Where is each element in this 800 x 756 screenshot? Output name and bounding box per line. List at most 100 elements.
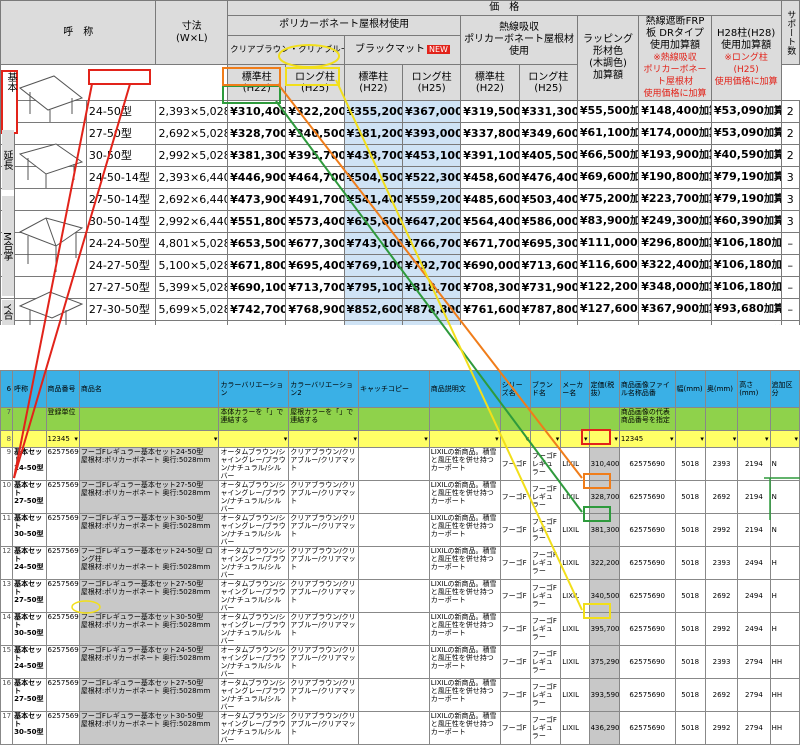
cell-label[interactable]: 基本セット 30-50型 xyxy=(12,612,47,646)
cell-desc[interactable]: LIXILの新商品。積雪と風圧性を併せ持つ カーポート xyxy=(428,480,501,514)
cell-maker[interactable]: LIXIL xyxy=(560,579,590,613)
cell-series[interactable]: フーゴF xyxy=(499,579,531,613)
cell-color[interactable]: オータムブラウン/シャイングレー/ブラウン/ナチュラル/シルバー xyxy=(218,546,290,580)
cell-catch[interactable] xyxy=(358,612,430,646)
cell-price[interactable]: 381,300 xyxy=(588,513,620,547)
table-row[interactable]: 16 基本セット 27-50型 62575690 フーゴFレギュラー基本セット2… xyxy=(0,678,800,712)
column-header[interactable]: 追加区分 xyxy=(769,370,800,408)
cell-series[interactable]: フーゴF xyxy=(499,612,531,646)
cell-height[interactable]: 2494 xyxy=(737,612,771,646)
cell-product-name[interactable]: フーゴFレギュラー基本セット27-50型 屋根材:ポリカーボネート 奥行:502… xyxy=(78,480,220,514)
cell-brand[interactable]: フーゴF レギュラー xyxy=(529,711,562,745)
cell-color[interactable]: オータムブラウン/シャイングレー/ブラウン/ナチュラル/シルバー xyxy=(218,612,290,646)
cell-width[interactable]: 5018 xyxy=(674,447,706,481)
cell-height[interactable]: 2794 xyxy=(737,645,771,679)
cell-series[interactable]: フーゴF xyxy=(499,678,531,712)
table-row[interactable]: 12 基本セット 24-50型 62575690 フーゴFレギュラー基本セット2… xyxy=(0,546,800,580)
cell-maker[interactable]: LIXIL xyxy=(560,678,590,712)
cell-product-name[interactable]: フーゴFレギュラー基本セット24-50型 ロング柱 屋根材:ポリカーボネート 奥… xyxy=(78,546,220,580)
cell-label[interactable]: 基本セット 24-50型 xyxy=(12,447,47,481)
cell-depth[interactable]: 2992 xyxy=(704,513,739,547)
cell-price[interactable]: 328,700 xyxy=(588,480,620,514)
cell-maker[interactable]: LIXIL xyxy=(560,480,590,514)
cell-image-num[interactable]: 62575690 xyxy=(618,513,676,547)
cell-color2[interactable]: クリアブラウン/クリアブルー/クリアマット xyxy=(288,513,359,547)
column-header[interactable]: ブランド名 xyxy=(529,370,562,408)
cell-image-num[interactable]: 62575690 xyxy=(618,579,676,613)
cell-number[interactable]: 62575690 xyxy=(45,546,80,580)
cell-brand[interactable]: フーゴF レギュラー xyxy=(529,546,562,580)
cell-desc[interactable]: LIXILの新商品。積雪と風圧性を併せ持つ カーポート xyxy=(428,612,501,646)
cell-kubun[interactable]: H xyxy=(769,546,800,580)
cell-color2[interactable]: クリアブラウン/クリアブルー/クリアマット xyxy=(288,678,359,712)
cell-desc[interactable]: LIXILの新商品。積雪と風圧性を併せ持つ カーポート xyxy=(428,711,501,745)
cell-brand[interactable]: フーゴF レギュラー xyxy=(529,678,562,712)
cell-product-name[interactable]: フーゴFレギュラー基本セット27-50型 屋根材:ポリカーボネート 奥行:502… xyxy=(78,579,220,613)
cell-brand[interactable]: フーゴF レギュラー xyxy=(529,447,562,481)
filter-dropdown[interactable] xyxy=(288,430,359,448)
cell-kubun[interactable]: N xyxy=(769,513,800,547)
cell-label[interactable]: 基本セット 24-50型 xyxy=(12,645,47,679)
filter-dropdown[interactable] xyxy=(588,430,620,448)
cell-desc[interactable]: LIXILの新商品。積雪と風圧性を併せ持つ カーポート xyxy=(428,579,501,613)
cell-depth[interactable]: 2692 xyxy=(704,579,739,613)
cell-catch[interactable] xyxy=(358,546,430,580)
table-row[interactable]: 17 基本セット 30-50型 62575690 フーゴFレギュラー基本セット3… xyxy=(0,711,800,745)
column-header[interactable]: キャッチコピー xyxy=(358,370,430,408)
cell-product-name[interactable]: フーゴFレギュラー基本セット30-50型 屋根材:ポリカーボネート 奥行:502… xyxy=(78,612,220,646)
cell-depth[interactable]: 2992 xyxy=(704,612,739,646)
filter-dropdown[interactable] xyxy=(529,430,562,448)
cell-image-num[interactable]: 62575690 xyxy=(618,546,676,580)
cell-maker[interactable]: LIXIL xyxy=(560,612,590,646)
cell-kubun[interactable]: HH xyxy=(769,678,800,712)
column-header[interactable]: 商品画像ファイル名称品番 xyxy=(618,370,676,408)
cell-product-name[interactable]: フーゴFレギュラー基本セット24-50型 屋根材:ポリカーボネート 奥行:502… xyxy=(78,447,220,481)
cell-label[interactable]: 基本セット 30-50型 xyxy=(12,711,47,745)
cell-height[interactable]: 2194 xyxy=(737,513,771,547)
cell-number[interactable]: 62575690 xyxy=(45,480,80,514)
cell-catch[interactable] xyxy=(358,711,430,745)
cell-series[interactable]: フーゴF xyxy=(499,546,531,580)
cell-brand[interactable]: フーゴF レギュラー xyxy=(529,645,562,679)
cell-catch[interactable] xyxy=(358,480,430,514)
table-row[interactable]: 15 基本セット 24-50型 62575690 フーゴFレギュラー基本セット2… xyxy=(0,645,800,679)
cell-kubun[interactable]: H xyxy=(769,579,800,613)
cell-image-num[interactable]: 62575690 xyxy=(618,711,676,745)
cell-image-num[interactable]: 62575690 xyxy=(618,678,676,712)
cell-depth[interactable]: 2393 xyxy=(704,546,739,580)
cell-catch[interactable] xyxy=(358,579,430,613)
column-header[interactable]: カラーバリエーション2 xyxy=(288,370,359,408)
filter-dropdown[interactable] xyxy=(769,430,800,448)
cell-depth[interactable]: 2393 xyxy=(704,645,739,679)
cell-width[interactable]: 5018 xyxy=(674,645,706,679)
cell-color2[interactable]: クリアブラウン/クリアブルー/クリアマット xyxy=(288,645,359,679)
column-header[interactable]: メーカー名 xyxy=(560,370,590,408)
cell-product-name[interactable]: フーゴFレギュラー基本セット27-50型 屋根材:ポリカーボネート 奥行:502… xyxy=(78,678,220,712)
cell-label[interactable]: 基本セット 27-50型 xyxy=(12,579,47,613)
cell-brand[interactable]: フーゴF レギュラー xyxy=(529,480,562,514)
cell-desc[interactable]: LIXILの新商品。積雪と風圧性を併せ持つ カーポート xyxy=(428,645,501,679)
cell-width[interactable]: 5018 xyxy=(674,480,706,514)
cell-series[interactable]: フーゴF xyxy=(499,513,531,547)
cell-width[interactable]: 5018 xyxy=(674,513,706,547)
cell-catch[interactable] xyxy=(358,447,430,481)
cell-width[interactable]: 5018 xyxy=(674,711,706,745)
column-header[interactable]: 商品番号 xyxy=(45,370,80,408)
cell-desc[interactable]: LIXILの新商品。積雪と風圧性を併せ持つ カーポート xyxy=(428,546,501,580)
cell-height[interactable]: 2194 xyxy=(737,480,771,514)
cell-number[interactable]: 62575690 xyxy=(45,711,80,745)
cell-number[interactable]: 62575690 xyxy=(45,612,80,646)
cell-kubun[interactable]: N xyxy=(769,447,800,481)
cell-color[interactable]: オータムブラウン/シャイングレー/ブラウン/ナチュラル/シルバー xyxy=(218,678,290,712)
filter-dropdown[interactable] xyxy=(704,430,739,448)
cell-color2[interactable]: クリアブラウン/クリアブルー/クリアマット xyxy=(288,480,359,514)
cell-label[interactable]: 基本セット 30-50型 xyxy=(12,513,47,547)
cell-number[interactable]: 62575690 xyxy=(45,513,80,547)
cell-number[interactable]: 62575690 xyxy=(45,645,80,679)
cell-desc[interactable]: LIXILの新商品。積雪と風圧性を併せ持つ カーポート xyxy=(428,678,501,712)
cell-kubun[interactable]: H xyxy=(769,612,800,646)
cell-maker[interactable]: LIXIL xyxy=(560,711,590,745)
cell-price[interactable]: 436,290 xyxy=(588,711,620,745)
cell-depth[interactable]: 2692 xyxy=(704,480,739,514)
cell-catch[interactable] xyxy=(358,678,430,712)
